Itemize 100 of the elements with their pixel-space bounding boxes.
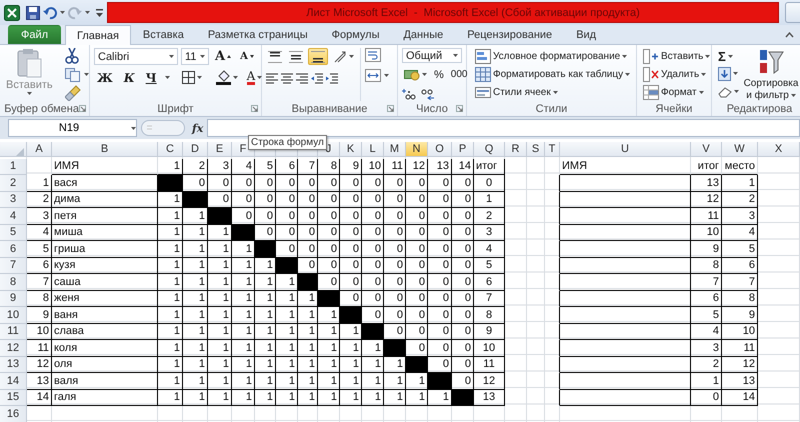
table-cell: 12	[691, 192, 722, 208]
table-cell: 6	[276, 158, 298, 175]
table-cell: 0	[428, 340, 452, 356]
table-cell: 0	[452, 290, 474, 307]
table-cell: валя	[52, 373, 158, 390]
table-cell: 0	[384, 241, 406, 258]
table-cell: 0	[340, 175, 362, 192]
table-cell: 1	[158, 208, 183, 224]
table-cell: 1	[183, 356, 208, 373]
table-cell: 1	[232, 356, 255, 373]
table-cell: место	[722, 158, 758, 175]
group-label: Шрифт	[157, 102, 194, 114]
window-title: Лист Microsoft Excel - Microsoft Excel (Сбой активации продукта)	[306, 6, 640, 18]
table-cell: 8	[27, 290, 52, 307]
table-cell: 0	[276, 224, 298, 241]
table-cell: 1	[318, 340, 340, 356]
group-label: Редактирова	[726, 102, 792, 114]
table-cell: 10	[474, 340, 505, 356]
table-cell: 10	[691, 224, 722, 241]
table-cell: 10	[362, 158, 384, 175]
table-cell: 1	[232, 390, 255, 406]
table-cell: 2	[183, 158, 208, 175]
table-cell: 1	[298, 340, 318, 356]
table-cell: 0	[208, 175, 232, 192]
table-cell: 1	[384, 390, 406, 406]
table-cell: 0	[406, 324, 428, 340]
table-cell: 1	[183, 373, 208, 390]
table-cell: дима	[52, 192, 158, 208]
table-cell: 6	[691, 290, 722, 307]
table-cell: 1	[340, 340, 362, 356]
table-cell: 1	[158, 373, 183, 390]
table-cell: 1	[183, 390, 208, 406]
table-cell: 1	[208, 274, 232, 290]
table-cell: 9	[27, 307, 52, 324]
table-cell: 11	[474, 356, 505, 373]
table-cell: 1	[208, 340, 232, 356]
table-cell: гриша	[52, 241, 158, 258]
table-cell: 0	[452, 241, 474, 258]
table-cell: 0	[406, 274, 428, 290]
table-cell: 1	[232, 274, 255, 290]
table-cell: 1	[255, 290, 276, 307]
table-cell: 0	[340, 274, 362, 290]
table-cell: 0	[298, 224, 318, 241]
table-cell: 0	[318, 241, 340, 258]
table-cell: 0	[428, 307, 452, 324]
table-cell: 0	[406, 290, 428, 307]
table-cell: 0	[452, 224, 474, 241]
table-cell: 4	[722, 224, 758, 241]
table-cell: 1	[318, 324, 340, 340]
table-cell: 1	[183, 258, 208, 274]
table-cell: 0	[362, 241, 384, 258]
table-cell: слава	[52, 324, 158, 340]
table-cell: 0	[362, 258, 384, 274]
table-cell: 1	[232, 258, 255, 274]
table-cell: 1	[158, 340, 183, 356]
table-cell: 1	[318, 390, 340, 406]
table-cell: миша	[52, 224, 158, 241]
table-cell: 0	[362, 224, 384, 241]
table-cell: 1	[255, 390, 276, 406]
table-cell: 6	[474, 274, 505, 290]
table-cell: 11	[27, 340, 52, 356]
table-cell: 5	[474, 258, 505, 274]
table-cell: 1	[298, 324, 318, 340]
table-cell: 0	[384, 208, 406, 224]
table-cell: 1	[158, 258, 183, 274]
table-cell: 1	[158, 307, 183, 324]
table-cell: 0	[691, 390, 722, 406]
table-cell: 0	[362, 192, 384, 208]
tooltip: Строка формул	[248, 135, 327, 150]
table-cell: ИМЯ	[52, 158, 158, 175]
table-cell: ИМЯ	[560, 158, 691, 175]
table-cell: 0	[340, 224, 362, 241]
table-cell: 1	[158, 356, 183, 373]
table-cell: итог	[691, 158, 722, 175]
table-cell: 4	[474, 241, 505, 258]
table-cell: 1	[232, 307, 255, 324]
table-cell: 0	[276, 192, 298, 208]
table-cell: 0	[452, 192, 474, 208]
table-cell: 0	[452, 208, 474, 224]
table-cell: 4	[691, 324, 722, 340]
group-label: Ячейки	[656, 102, 692, 114]
table-cell: 1	[183, 290, 208, 307]
table-cell: 12	[474, 373, 505, 390]
table-cell: 1	[276, 356, 298, 373]
table-cell: 1	[384, 373, 406, 390]
table-cell: 1	[298, 373, 318, 390]
table-cell: 7	[691, 274, 722, 290]
table-cell: 13	[691, 175, 722, 192]
table-cell: 1	[232, 290, 255, 307]
table-cell: 1	[208, 307, 232, 324]
table-cell: кузя	[52, 258, 158, 274]
table-cell: 1	[722, 175, 758, 192]
table-cell: 1	[208, 373, 232, 390]
table-cell: 12	[27, 356, 52, 373]
table-cell: 1	[298, 390, 318, 406]
table-cell: 0	[384, 192, 406, 208]
table-cell: 1	[255, 307, 276, 324]
table-cell: 1	[158, 241, 183, 258]
table-cell: ваня	[52, 307, 158, 324]
table-cell: 7	[27, 274, 52, 290]
